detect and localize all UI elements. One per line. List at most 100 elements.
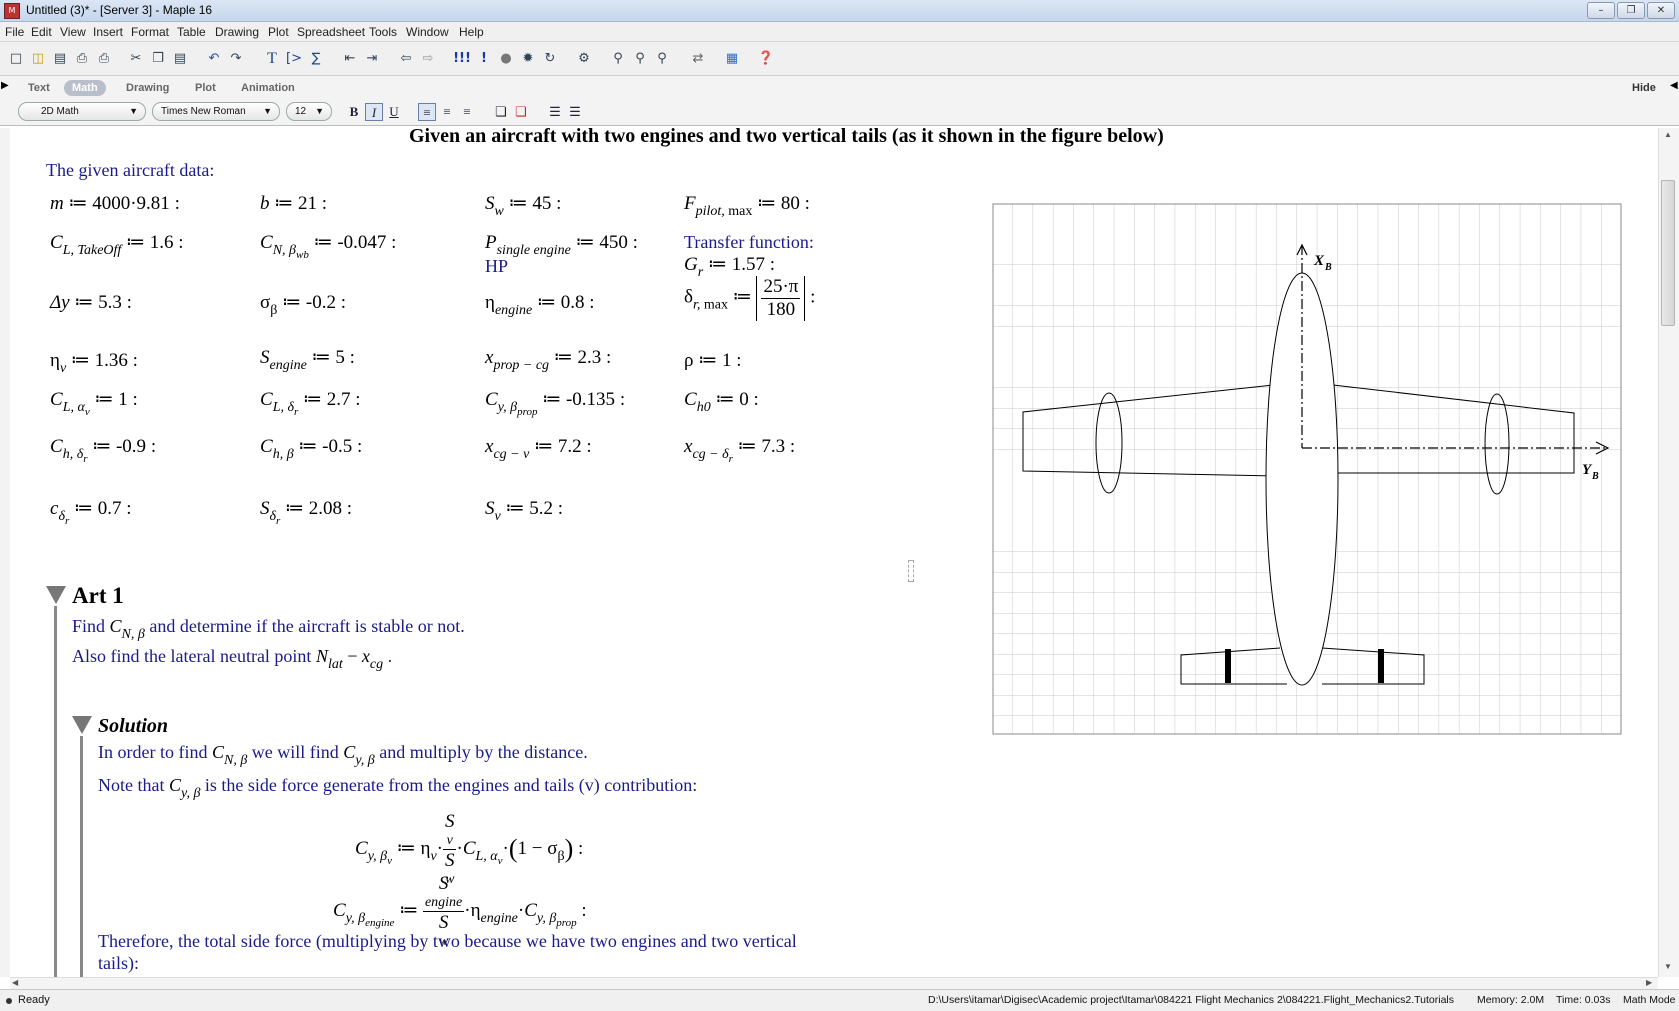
toggle-icon[interactable]: ⇄ <box>689 50 707 68</box>
menu-spreadsheet[interactable]: Spreadsheet <box>297 25 365 39</box>
math-eta-engine[interactable]: ηengine ≔ 0.8 : <box>485 291 595 319</box>
math-cl-alpha-v[interactable]: CL, αv ≔ 1 : <box>50 388 138 418</box>
forward-icon[interactable]: ⇨ <box>419 50 437 68</box>
math-x-cg-delta-r[interactable]: xcg − δr ≔ 7.3 : <box>684 435 795 465</box>
underline-button[interactable]: U <box>385 103 403 121</box>
menu-insert[interactable]: Insert <box>93 25 123 39</box>
math-x-prop-cg[interactable]: xprop − cg ≔ 2.3 : <box>485 346 611 374</box>
menu-file[interactable]: File <box>5 25 24 39</box>
copy-format-icon[interactable]: ❏ <box>492 103 510 121</box>
paste-icon[interactable]: ▤ <box>171 50 189 68</box>
settings-icon[interactable]: ⚙ <box>575 50 593 68</box>
menu-plot[interactable]: Plot <box>268 25 289 39</box>
execute-all-icon[interactable]: !!! <box>453 50 471 68</box>
scroll-up-icon[interactable]: ▲ <box>1664 130 1672 139</box>
math-b[interactable]: b ≔ 21 : <box>260 192 327 215</box>
bold-button[interactable]: B <box>345 103 363 121</box>
menu-format[interactable]: Format <box>131 25 169 39</box>
restore-button[interactable]: ❐ <box>1617 2 1645 19</box>
math-cl-delta-r[interactable]: CL, δr ≔ 2.7 : <box>260 388 361 418</box>
help-icon[interactable]: ❓ <box>757 50 775 68</box>
bullet-list-icon[interactable]: ☰ <box>546 103 564 121</box>
style-select[interactable]: 2D Math ▼ <box>18 102 146 121</box>
new-icon[interactable]: □ <box>7 50 25 68</box>
math-x-cg-v[interactable]: xcg − v ≔ 7.2 : <box>485 435 592 463</box>
tab-text[interactable]: Text <box>20 80 58 96</box>
section-collapse-icon[interactable] <box>46 586 66 604</box>
clear-format-icon[interactable]: ❏ <box>512 103 530 121</box>
print-preview-icon[interactable]: ⎙ <box>73 50 91 68</box>
scroll-right-icon[interactable]: ▶ <box>1646 978 1652 987</box>
collapse-right-icon[interactable]: ◀ <box>1670 80 1678 91</box>
close-button[interactable]: ✕ <box>1647 2 1675 19</box>
math-sigma-beta[interactable]: σβ ≔ -0.2 : <box>260 291 346 319</box>
numbered-list-icon[interactable]: ☰ <box>566 103 584 121</box>
undo-icon[interactable]: ↶ <box>205 50 223 68</box>
size-select[interactable]: 12 ▼ <box>286 102 332 121</box>
solution-collapse-icon[interactable] <box>72 716 92 734</box>
zoom-100-icon[interactable]: ⚲ <box>609 50 627 68</box>
hide-button[interactable]: Hide <box>1624 80 1664 96</box>
menu-table[interactable]: Table <box>177 25 206 39</box>
tab-math[interactable]: Math <box>64 80 106 96</box>
math-s-engine[interactable]: Sengine ≔ 5 : <box>260 346 355 374</box>
math-cy-beta-prop[interactable]: Cy, βprop ≔ -0.135 : <box>485 388 625 418</box>
restart-icon[interactable]: ↻ <box>541 50 559 68</box>
sum-icon[interactable]: ∑ <box>307 50 325 68</box>
horizontal-scrollbar[interactable]: ◀ ▶ <box>10 977 1658 989</box>
math-ch-delta-r[interactable]: Ch, δr ≔ -0.9 : <box>50 435 156 465</box>
math-cn-beta-wb[interactable]: CN, βwb ≔ -0.047 : <box>260 231 396 261</box>
math-ch-beta[interactable]: Ch, β ≔ -0.5 : <box>260 435 362 463</box>
align-right-icon[interactable]: ≡ <box>458 103 476 121</box>
vertical-scroll-thumb[interactable] <box>1661 180 1675 326</box>
save-icon[interactable]: ▤ <box>51 50 69 68</box>
menu-tools[interactable]: Tools <box>369 25 397 39</box>
zoom-150-icon[interactable]: ⚲ <box>631 50 649 68</box>
math-c-delta-r[interactable]: cδr ≔ 0.7 : <box>50 497 132 527</box>
math-prompt-icon[interactable]: [> <box>285 50 303 68</box>
math-rho[interactable]: ρ ≔ 1 : <box>684 349 742 372</box>
minimize-button[interactable]: – <box>1587 2 1615 19</box>
font-select[interactable]: Times New Roman ▼ <box>152 102 280 121</box>
math-ch0[interactable]: Ch0 ≔ 0 : <box>684 388 759 416</box>
math-p-single-engine[interactable]: Psingle engine ≔ 450 : <box>485 231 638 259</box>
math-sv[interactable]: Sv ≔ 5.2 : <box>485 497 563 525</box>
maplet-icon[interactable]: ▦ <box>723 50 741 68</box>
copy-icon[interactable]: ❐ <box>149 50 167 68</box>
math-delta-r-max[interactable]: δr, max ≔ 25·π 180 : <box>684 276 815 321</box>
stop-icon[interactable]: ● <box>497 50 515 68</box>
math-eta-v[interactable]: ηv ≔ 1.36 : <box>50 349 138 377</box>
menu-drawing[interactable]: Drawing <box>215 25 259 39</box>
collapse-left-icon[interactable]: ▶ <box>1 80 9 91</box>
outdent-icon[interactable]: ⇥ <box>363 50 381 68</box>
menu-window[interactable]: Window <box>406 25 449 39</box>
cut-icon[interactable]: ✂ <box>127 50 145 68</box>
tab-drawing[interactable]: Drawing <box>118 80 177 96</box>
menu-help[interactable]: Help <box>459 25 484 39</box>
math-fpilot[interactable]: Fpilot, max ≔ 80 : <box>684 192 810 220</box>
print-icon[interactable]: ⎙ <box>95 50 113 68</box>
math-s-delta-r[interactable]: Sδr ≔ 2.08 : <box>260 497 352 527</box>
math-cl-takeoff[interactable]: CL, TakeOff ≔ 1.6 : <box>50 231 184 259</box>
align-left-icon[interactable]: ≡ <box>418 103 436 121</box>
zoom-200-icon[interactable]: ⚲ <box>653 50 671 68</box>
debug-icon[interactable]: ✹ <box>519 50 537 68</box>
redo-icon[interactable]: ↷ <box>227 50 245 68</box>
resize-handle[interactable] <box>908 560 914 582</box>
italic-button[interactable]: I <box>365 103 383 121</box>
math-sw[interactable]: Sw ≔ 45 : <box>485 192 561 220</box>
open-icon[interactable]: ◫ <box>29 50 47 68</box>
back-icon[interactable]: ⇦ <box>397 50 415 68</box>
indent-icon[interactable]: ⇤ <box>341 50 359 68</box>
menu-edit[interactable]: Edit <box>31 25 52 39</box>
scroll-down-icon[interactable]: ▼ <box>1664 962 1672 971</box>
math-m[interactable]: m ≔ 4000·9.81 : <box>50 192 180 215</box>
tab-animation[interactable]: Animation <box>233 80 303 96</box>
math-delta-y[interactable]: Δy ≔ 5.3 : <box>50 291 132 314</box>
execute-icon[interactable]: ! <box>475 50 493 68</box>
text-icon[interactable]: T <box>263 50 281 68</box>
align-center-icon[interactable]: ≡ <box>438 103 456 121</box>
maple-app-icon[interactable]: M <box>4 3 20 19</box>
tab-plot[interactable]: Plot <box>187 80 224 96</box>
worksheet[interactable]: Given an aircraft with two engines and t… <box>10 128 1658 977</box>
